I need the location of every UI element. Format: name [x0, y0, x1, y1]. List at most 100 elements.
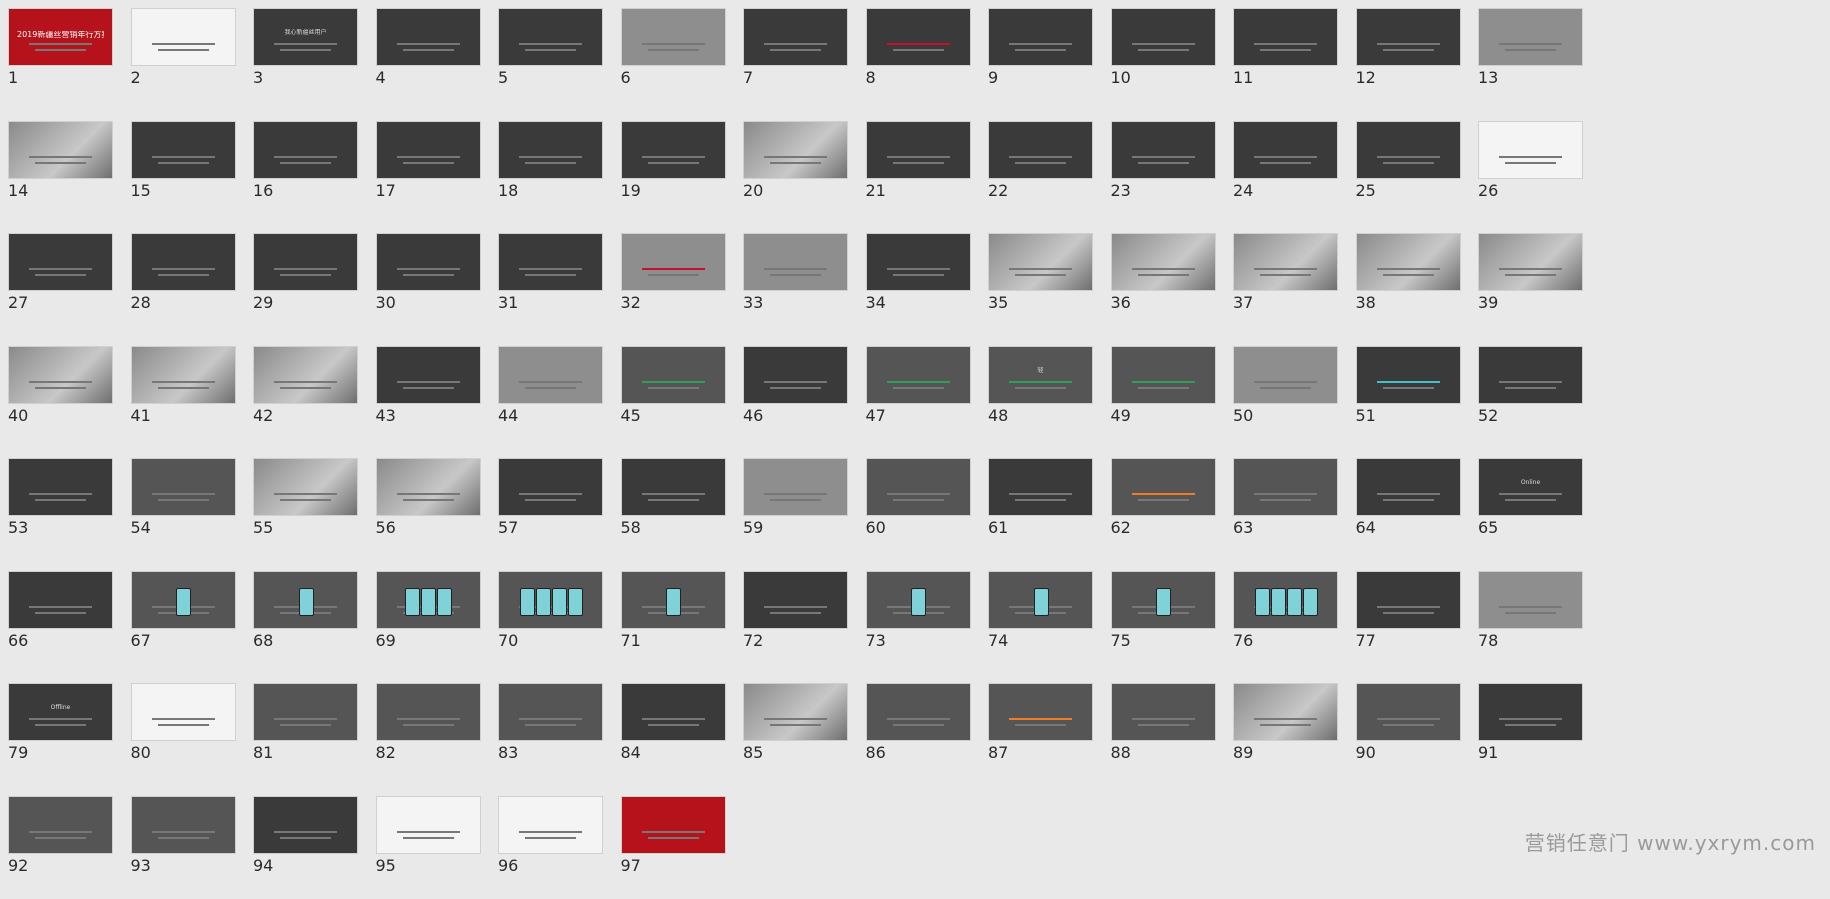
slide-thumbnail[interactable]	[1355, 570, 1461, 629]
slide-cell[interactable]: 60	[861, 453, 986, 561]
slide-thumbnail[interactable]	[1478, 683, 1583, 741]
slide-cell[interactable]: 74	[983, 566, 1108, 674]
slide-cell[interactable]: 34	[861, 228, 986, 336]
slide-thumbnail[interactable]	[1355, 683, 1461, 741]
slide-cell[interactable]: 15	[126, 116, 251, 224]
slide-cell[interactable]: 76	[1228, 566, 1353, 674]
slide-thumbnail[interactable]	[130, 345, 236, 404]
slide-thumbnail[interactable]	[1355, 458, 1461, 516]
slide-thumbnail[interactable]	[375, 233, 481, 291]
slide-thumbnail[interactable]	[743, 570, 848, 629]
slide-thumbnail[interactable]	[988, 233, 1093, 291]
slide-thumbnail[interactable]	[620, 120, 726, 179]
slide-thumbnail[interactable]	[375, 8, 481, 66]
slide-cell[interactable]: 84	[616, 678, 741, 786]
slide-cell[interactable]: 17	[371, 116, 496, 224]
slide-cell[interactable]: 69	[371, 566, 496, 674]
slide-thumbnail[interactable]	[743, 120, 848, 179]
slide-cell[interactable]: 5	[493, 3, 618, 111]
slide-thumbnail[interactable]	[130, 795, 236, 854]
slide-cell[interactable]: 88	[1106, 678, 1231, 786]
slide-cell[interactable]: 49	[1106, 341, 1231, 449]
slide-cell[interactable]: 80	[126, 678, 251, 786]
slide-thumbnail[interactable]	[8, 795, 113, 854]
slide-thumbnail[interactable]	[743, 233, 848, 291]
slide-cell[interactable]: 93	[126, 791, 251, 899]
slide-thumbnail[interactable]	[375, 683, 481, 741]
slide-thumbnail[interactable]: 轻	[988, 345, 1093, 404]
slide-cell[interactable]: 96	[493, 791, 618, 899]
slide-thumbnail[interactable]	[620, 795, 726, 854]
slide-cell[interactable]: 71	[616, 566, 741, 674]
slide-cell[interactable]: 43	[371, 341, 496, 449]
slide-thumbnail[interactable]	[253, 345, 358, 404]
slide-thumbnail[interactable]	[8, 345, 113, 404]
slide-thumbnail[interactable]	[1355, 233, 1461, 291]
slide-thumbnail[interactable]	[988, 458, 1093, 516]
slide-thumbnail[interactable]	[253, 683, 358, 741]
slide-cell[interactable]: 77	[1351, 566, 1476, 674]
slide-cell[interactable]: 32	[616, 228, 741, 336]
slide-cell[interactable]: 87	[983, 678, 1108, 786]
slide-thumbnail[interactable]	[1110, 120, 1216, 179]
slide-cell[interactable]: 6	[616, 3, 741, 111]
slide-cell[interactable]: 72	[738, 566, 863, 674]
slide-thumbnail[interactable]	[498, 795, 603, 854]
slide-thumbnail[interactable]	[988, 570, 1093, 629]
slide-cell[interactable]: 39	[1473, 228, 1598, 336]
slide-thumbnail[interactable]	[865, 233, 971, 291]
slide-cell[interactable]: 94	[248, 791, 373, 899]
slide-thumbnail[interactable]	[130, 233, 236, 291]
slide-thumbnail[interactable]	[253, 233, 358, 291]
slide-cell[interactable]: 38	[1351, 228, 1476, 336]
slide-cell[interactable]: 68	[248, 566, 373, 674]
slide-cell[interactable]: 61	[983, 453, 1108, 561]
slide-cell[interactable]: 30	[371, 228, 496, 336]
slide-cell[interactable]: 70	[493, 566, 618, 674]
slide-thumbnail[interactable]	[498, 458, 603, 516]
slide-cell[interactable]: 51	[1351, 341, 1476, 449]
slide-thumbnail[interactable]	[865, 570, 971, 629]
slide-thumbnail[interactable]	[1478, 570, 1583, 629]
slide-cell[interactable]: 19	[616, 116, 741, 224]
slide-cell[interactable]: 41	[126, 341, 251, 449]
slide-cell[interactable]: 97	[616, 791, 741, 899]
slide-thumbnail[interactable]	[8, 120, 113, 179]
slide-thumbnail[interactable]	[620, 233, 726, 291]
slide-cell[interactable]: 45	[616, 341, 741, 449]
slide-cell[interactable]: 64	[1351, 453, 1476, 561]
slide-cell[interactable]: 36	[1106, 228, 1231, 336]
slide-cell[interactable]: 57	[493, 453, 618, 561]
slide-cell[interactable]: 26	[1473, 116, 1598, 224]
slide-cell[interactable]: 75	[1106, 566, 1231, 674]
slide-thumbnail[interactable]	[1478, 120, 1583, 179]
slide-cell[interactable]: 4	[371, 3, 496, 111]
slide-cell[interactable]: 50	[1228, 341, 1353, 449]
slide-thumbnail[interactable]: Online	[1478, 458, 1583, 516]
slide-cell[interactable]: 11	[1228, 3, 1353, 111]
slide-cell[interactable]: 66	[3, 566, 128, 674]
slide-cell[interactable]: 82	[371, 678, 496, 786]
slide-thumbnail[interactable]	[743, 345, 848, 404]
slide-thumbnail[interactable]	[498, 8, 603, 66]
slide-cell[interactable]: 7	[738, 3, 863, 111]
slide-thumbnail[interactable]	[1233, 8, 1338, 66]
slide-cell[interactable]: 35	[983, 228, 1108, 336]
slide-thumbnail[interactable]: 我心新疆丝用户	[253, 8, 358, 66]
slide-thumbnail[interactable]	[1478, 345, 1583, 404]
slide-thumbnail[interactable]	[988, 683, 1093, 741]
slide-thumbnail[interactable]	[375, 345, 481, 404]
slide-cell[interactable]: 89	[1228, 678, 1353, 786]
slide-thumbnail[interactable]	[375, 458, 481, 516]
slide-thumbnail[interactable]	[253, 795, 358, 854]
slide-cell[interactable]: 23	[1106, 116, 1231, 224]
slide-thumbnail[interactable]	[8, 570, 113, 629]
slide-cell[interactable]: 85	[738, 678, 863, 786]
slide-cell[interactable]: 33	[738, 228, 863, 336]
slide-thumbnail[interactable]	[1355, 120, 1461, 179]
slide-thumbnail[interactable]	[498, 570, 603, 629]
slide-thumbnail[interactable]	[620, 458, 726, 516]
slide-cell[interactable]: 16	[248, 116, 373, 224]
slide-thumbnail[interactable]	[988, 8, 1093, 66]
slide-thumbnail[interactable]	[865, 345, 971, 404]
